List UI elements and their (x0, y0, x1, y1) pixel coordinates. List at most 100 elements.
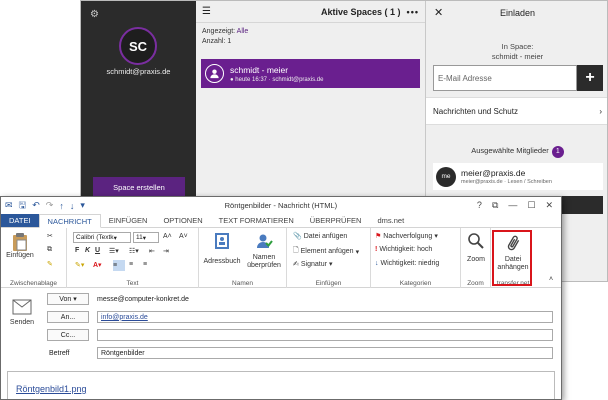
more-icon[interactable]: ••• (407, 7, 419, 17)
message-body[interactable]: Röntgenbild1.png (7, 371, 555, 399)
font-size-select[interactable]: 11 ▾ (133, 232, 159, 243)
help-button[interactable]: ? (477, 200, 482, 211)
ribbon-tabs: DATEI NACHRICHT EINFÜGEN OPTIONEN TEXT F… (1, 214, 561, 228)
address-book-label: Adressbuch (203, 258, 241, 265)
cut-icon[interactable]: ✂ (47, 232, 53, 240)
close-icon[interactable]: ✕ (545, 200, 553, 211)
tab-dms[interactable]: dms.net (369, 214, 412, 227)
title-bar: ✉ 🖫 ↶ ↷ ↑ ↓ ▾ Röntgenbilder - Nachricht … (1, 197, 561, 214)
follow-up-label: Nachverfolgung (383, 232, 433, 240)
address-book-icon (215, 233, 229, 249)
highlight-frame (492, 230, 532, 286)
arrow-up-icon[interactable]: ↑ (59, 201, 64, 211)
tab-message[interactable]: NACHRICHT (38, 214, 101, 228)
align-right-icon[interactable]: ≡ (143, 261, 147, 268)
outlook-message-window: ✉ 🖫 ↶ ↷ ↑ ↓ ▾ Röntgenbilder - Nachricht … (0, 196, 562, 400)
chevron-down-icon: ▾ (355, 248, 360, 256)
spaces-title: Aktive Spaces ( 1 ) (321, 6, 401, 17)
underline-icon[interactable]: U (95, 247, 100, 254)
create-space-button[interactable]: Space erstellen (93, 177, 185, 197)
italic-icon[interactable]: K (85, 247, 90, 254)
save-icon[interactable]: 🖫 (19, 198, 27, 214)
cc-button[interactable]: Cc... (47, 329, 89, 341)
text-group: Calibri (Textk ▾ 11 ▾ A˄ A˅ F K U ☰▾ ☷▾ ⇤ … (67, 228, 199, 288)
subject-label: Betreff (49, 349, 70, 357)
chevron-down-icon: ▾ (142, 234, 147, 242)
follow-up-button[interactable]: ⚑ Nachverfolgung ▾ (375, 232, 438, 241)
font-size-value: 11 (136, 234, 143, 241)
paste-button[interactable]: Einfügen (5, 232, 35, 260)
count-value: 1 (227, 38, 232, 45)
cc-field[interactable] (97, 329, 553, 341)
ribbon-display-icon[interactable]: ⧉ (492, 200, 498, 211)
attach-file-button[interactable]: 📎 Datei anfügen (293, 232, 347, 241)
shown-filter-link[interactable]: Alle (237, 28, 249, 35)
chevron-down-icon: ▾ (73, 296, 77, 303)
subject-field[interactable]: Röntgenbilder (97, 347, 553, 359)
tab-file[interactable]: DATEI (1, 214, 39, 227)
undo-icon[interactable]: ↶ (32, 200, 40, 211)
highlight-icon[interactable]: ✎▾ (75, 261, 84, 269)
bold-icon[interactable]: F (75, 247, 79, 254)
list-item[interactable]: me meier@praxis.de meier@praxis.de · Les… (433, 163, 603, 190)
from-button[interactable]: Von ▾ (47, 293, 89, 305)
indent-increase-icon[interactable]: ⇥ (163, 247, 169, 255)
chevron-up-icon[interactable]: ˄ (549, 276, 553, 283)
to-field[interactable]: info@praxis.de (97, 311, 553, 323)
redo-icon[interactable]: ↷ (46, 200, 54, 211)
signature-label: Signatur (300, 260, 327, 268)
tab-review[interactable]: ÜBERPRÜFEN (302, 214, 370, 227)
bullets-icon[interactable]: ☰▾ (109, 247, 119, 255)
to-button[interactable]: An... (47, 311, 89, 323)
chevron-down-icon: ▾ (434, 233, 438, 240)
mail-icon[interactable]: ✉ (5, 200, 13, 211)
tab-options[interactable]: OPTIONEN (155, 214, 210, 227)
flag-icon: ⚑ (375, 233, 382, 240)
grow-font-icon[interactable]: A˄ (163, 233, 172, 240)
arrow-down-icon[interactable]: ↓ (70, 201, 75, 211)
add-member-button[interactable]: + (577, 65, 603, 91)
format-painter-icon[interactable]: ✎ (47, 260, 53, 268)
zoom-button[interactable]: Zoom (463, 232, 489, 264)
member-count-badge: 1 (551, 146, 564, 158)
exclamation-icon: ! (375, 246, 378, 253)
check-names-button[interactable]: Namen überprüfen (243, 232, 285, 270)
font-name-select[interactable]: Calibri (Textk ▾ (73, 232, 131, 243)
attach-item-button[interactable]: 🗋 Element anfügen ▾ (293, 246, 359, 257)
menu-icon[interactable]: ☰ (202, 6, 211, 17)
address-book-button[interactable]: Adressbuch (201, 232, 243, 266)
avatar: me (436, 166, 456, 187)
font-color-icon[interactable]: A▾ (93, 261, 102, 269)
selected-members-label: Ausgewählte Mitglieder (471, 146, 549, 155)
align-left-icon[interactable]: ≡ (113, 260, 125, 271)
user-icon (205, 64, 224, 83)
clock-icon: ● (230, 76, 234, 83)
numbering-icon[interactable]: ☷▾ (129, 247, 139, 255)
attach-item-label: Element anfügen (300, 248, 354, 255)
chevron-right-icon: › (599, 106, 602, 116)
align-center-icon[interactable]: ≡ (129, 261, 133, 268)
count-label: Anzahl: (202, 38, 226, 45)
avatar[interactable]: SC (119, 27, 157, 65)
high-importance-button[interactable]: ! Wichtigkeit: hoch (375, 246, 432, 253)
in-space-value: schmidt - meier (491, 52, 544, 61)
indent-decrease-icon[interactable]: ⇤ (149, 247, 155, 255)
names-group: Adressbuch Namen überprüfen Namen (199, 228, 287, 288)
low-importance-button[interactable]: ↓ Wichtigkeit: niedrig (375, 260, 439, 267)
item-icon: 🗋 (293, 247, 299, 254)
copy-icon[interactable]: ⧉ (47, 246, 52, 254)
list-item[interactable]: schmidt - meier ● heute 16:37 · schmidt@… (201, 59, 420, 88)
gear-icon[interactable]: ⚙ (90, 9, 99, 20)
tab-insert[interactable]: EINFÜGEN (101, 214, 156, 227)
email-field[interactable]: E-Mail Adresse (433, 65, 577, 91)
minimize-icon[interactable]: — (508, 200, 517, 211)
include-group: 📎 Datei anfügen 🗋 Element anfügen ▾ ✍ Signat… (287, 228, 371, 288)
send-button[interactable]: Senden (7, 299, 37, 333)
shrink-font-icon[interactable]: A˅ (179, 233, 188, 240)
attachment-link[interactable]: Röntgenbild1.png (16, 384, 87, 394)
maximize-icon[interactable]: ☐ (527, 200, 535, 211)
selected-members-heading: Ausgewählte Mitglieder 1 (426, 146, 607, 158)
tab-format-text[interactable]: TEXT FORMATIEREN (211, 214, 302, 227)
signature-button[interactable]: ✍ Signatur ▾ (293, 260, 332, 269)
messages-protection-row[interactable]: Nachrichten und Schutz › (426, 97, 607, 125)
